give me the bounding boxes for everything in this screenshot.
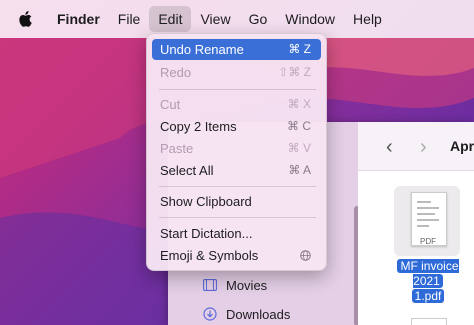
menu-help[interactable]: Help: [344, 6, 391, 32]
menu-go[interactable]: Go: [240, 6, 277, 32]
menu-window[interactable]: Window: [276, 6, 344, 32]
menu-item-show-clipboard[interactable]: Show Clipboard: [152, 191, 321, 212]
sidebar-item-label: Downloads: [226, 306, 291, 322]
back-chevron-icon[interactable]: ‹: [386, 136, 393, 159]
menu-edit[interactable]: Edit: [149, 6, 192, 32]
menu-item-emoji-symbols[interactable]: Emoji & Symbols: [152, 245, 321, 266]
menu-separator: [159, 217, 316, 218]
pdf-badge: PDF: [420, 237, 436, 246]
sidebar-item-movies[interactable]: Movies: [202, 277, 267, 293]
breadcrumb: Apr: [450, 138, 474, 154]
menu-finder[interactable]: Finder: [48, 6, 109, 32]
sidebar-item-downloads[interactable]: Downloads: [202, 306, 290, 322]
edit-menu-dropdown: Undo Rename ⌘ Z Redo ⇧⌘ Z Cut ⌘ X Copy 2…: [146, 33, 327, 271]
menu-item-select-all[interactable]: Select All ⌘ A: [152, 160, 321, 181]
menu-separator: [159, 186, 316, 187]
menu-item-copy[interactable]: Copy 2 Items ⌘ C: [152, 116, 321, 137]
menu-item-undo-rename[interactable]: Undo Rename ⌘ Z: [152, 39, 321, 60]
file-name-line1: MF invoice 2021: [397, 259, 459, 288]
menu-item-cut[interactable]: Cut ⌘ X: [152, 94, 321, 115]
menu-item-redo[interactable]: Redo ⇧⌘ Z: [152, 62, 321, 83]
apple-logo-icon[interactable]: [12, 6, 38, 32]
menu-view[interactable]: View: [191, 6, 239, 32]
download-icon: [202, 306, 218, 322]
menu-item-paste[interactable]: Paste ⌘ V: [152, 138, 321, 159]
file-name-label[interactable]: MF invoice 2021 1.pdf: [382, 259, 474, 304]
menu-separator: [159, 89, 316, 90]
file-name-line2: 1.pdf: [411, 289, 445, 303]
forward-chevron-icon[interactable]: ›: [420, 136, 427, 159]
film-icon: [202, 277, 218, 293]
sidebar-item-label: Movies: [226, 277, 268, 293]
menu-file[interactable]: File: [109, 6, 150, 32]
globe-icon: [300, 250, 311, 261]
pdf-file-icon-second[interactable]: [411, 318, 447, 325]
menu-item-start-dictation[interactable]: Start Dictation...: [152, 223, 321, 244]
